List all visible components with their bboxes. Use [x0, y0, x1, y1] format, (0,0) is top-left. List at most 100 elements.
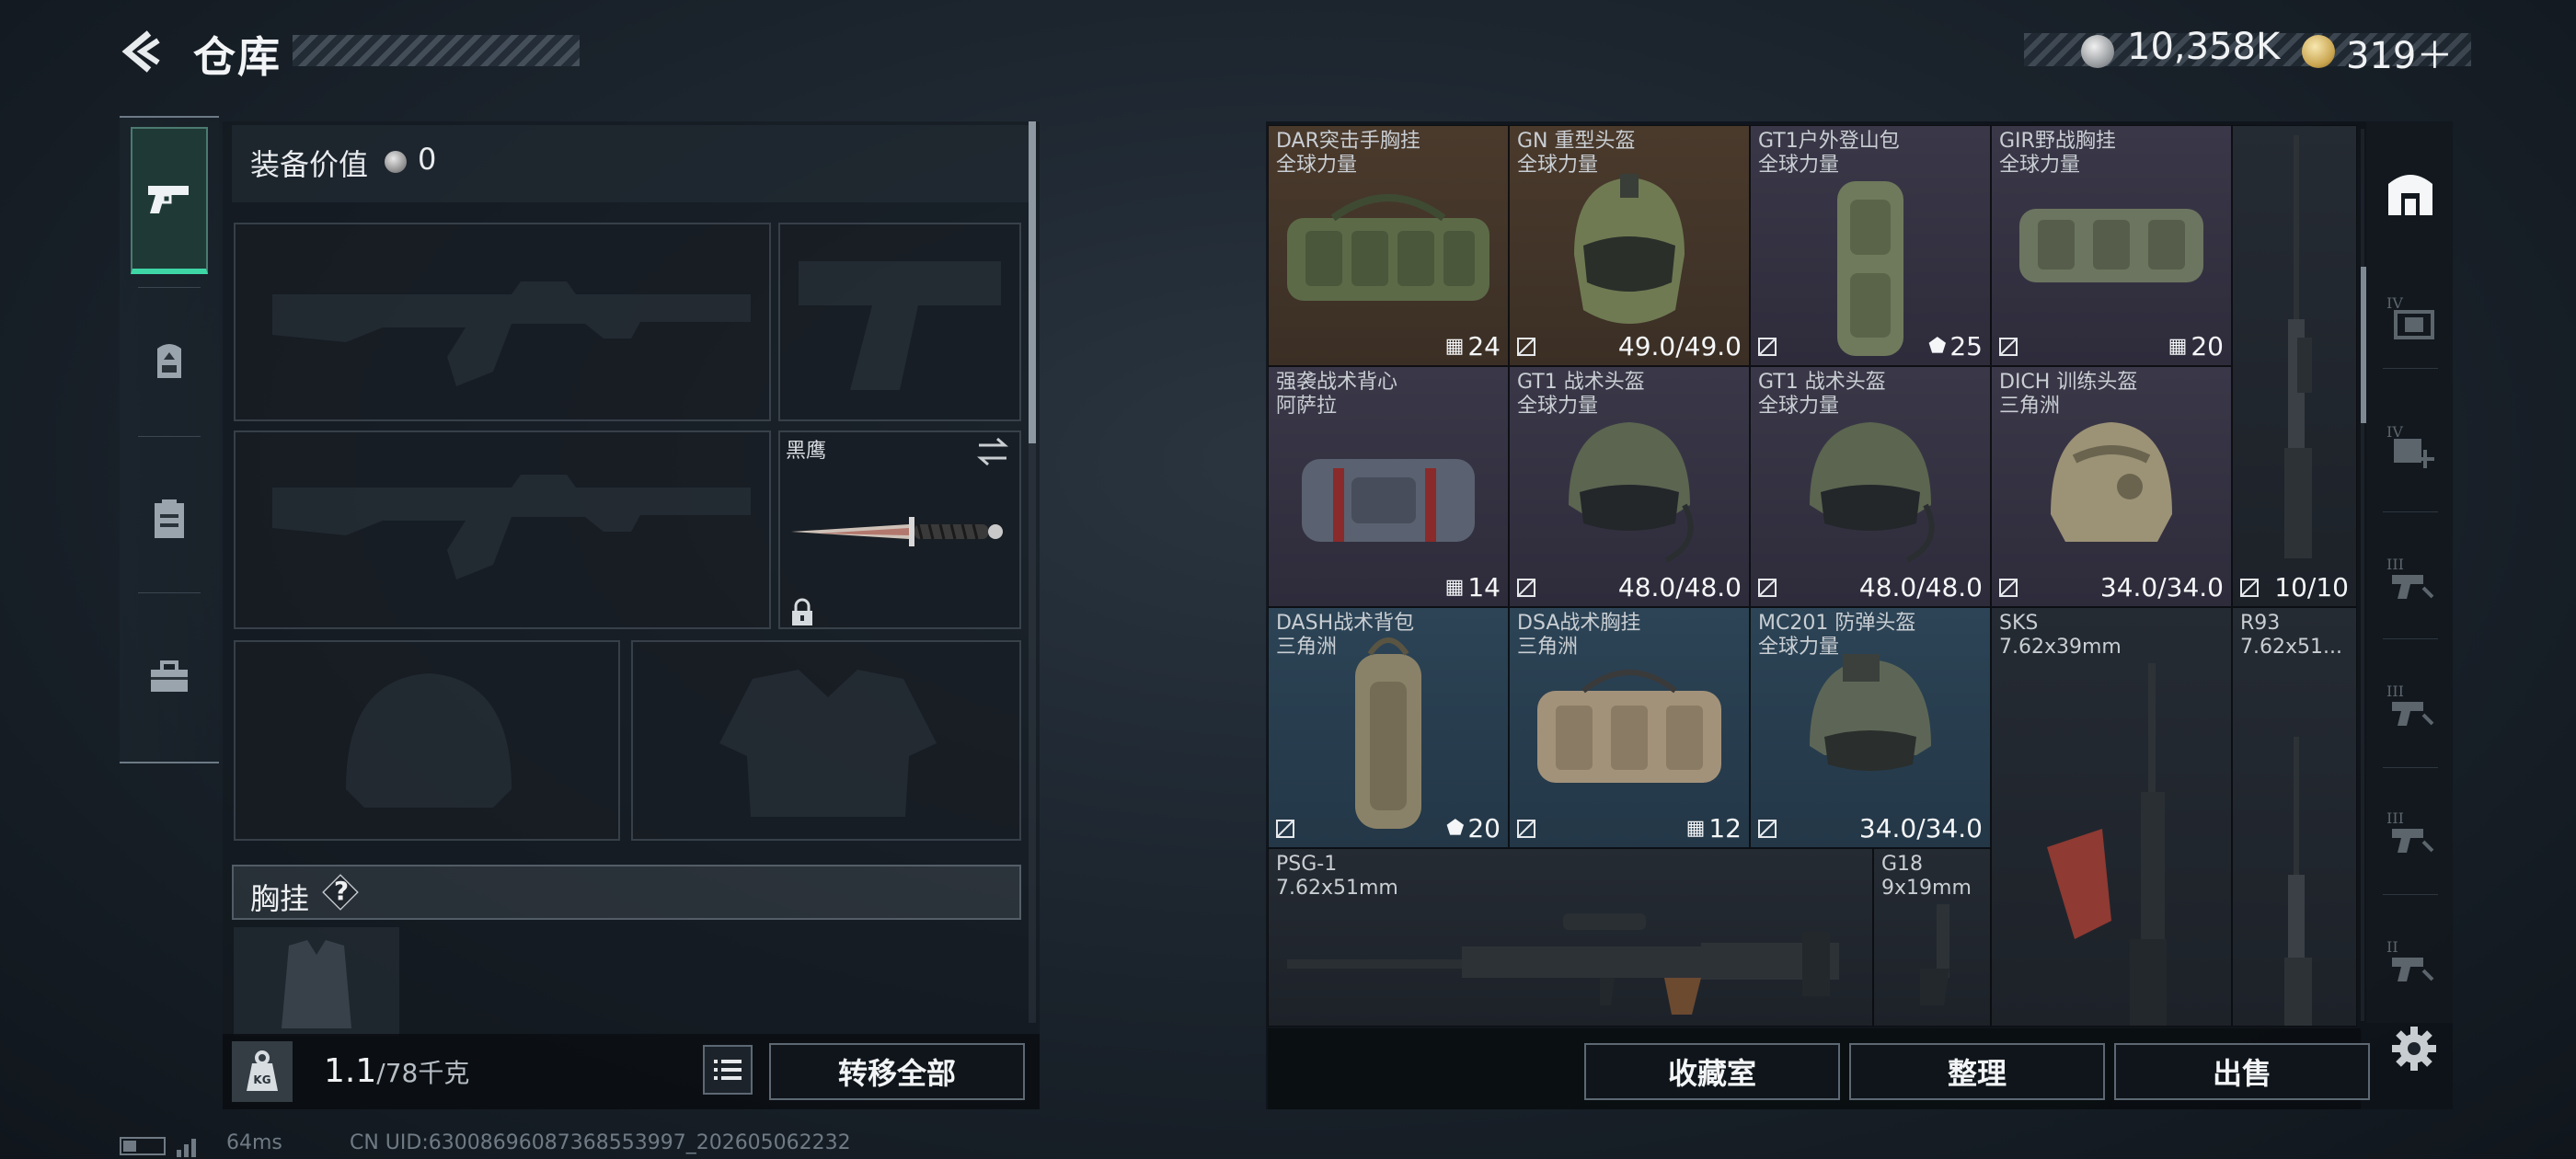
- item-faction: 三角洲: [1999, 395, 2061, 418]
- back-icon[interactable]: [118, 28, 166, 75]
- storage-item-backpack[interactable]: DASH战术背包 三角洲 ⬟ 20: [1268, 607, 1509, 848]
- storage-item-sks[interactable]: SKS 7.62x39mm: [1991, 607, 2232, 1027]
- sort-button[interactable]: 整理: [1849, 1043, 2105, 1100]
- storage-item-g18[interactable]: G18 9x19mm: [1873, 848, 1991, 1027]
- tab-armor[interactable]: [131, 287, 208, 434]
- tab-toolbox[interactable]: [131, 603, 208, 751]
- item-name: SKS: [1999, 612, 2039, 635]
- primary-weapon-slot-2[interactable]: [234, 430, 771, 629]
- settings-gear-icon[interactable]: [2388, 1023, 2440, 1074]
- category-weapon-ii[interactable]: II: [2374, 911, 2447, 1012]
- item-name: DSA战术胸挂: [1517, 612, 1641, 635]
- storage-item-helmet[interactable]: GT1 战术头盔 全球力量 48.0/48.0: [1509, 366, 1750, 607]
- svg-text:KG: KG: [253, 1073, 270, 1086]
- item-faction: 全球力量: [1758, 154, 1840, 177]
- silver-coin-icon: [2081, 35, 2114, 68]
- secondary-weapon-slot[interactable]: [778, 223, 1021, 421]
- sks-rifle-image: [2047, 663, 2167, 1026]
- equipment-scrollbar[interactable]: [1029, 121, 1036, 443]
- tab-weapons[interactable]: [131, 127, 208, 274]
- storage-item-chest-rig[interactable]: DAR突击手胸挂 全球力量 ▦ 24: [1268, 125, 1509, 366]
- armor-silhouette-icon: [719, 670, 937, 817]
- swap-icon[interactable]: [975, 436, 1010, 467]
- vest-icon: ▦: [2168, 335, 2188, 358]
- rail-divider: [2383, 894, 2438, 895]
- category-armor-iv[interactable]: IV: [2374, 267, 2447, 368]
- item-name: R93: [2240, 612, 2281, 635]
- storage-item-helmet[interactable]: MC201 防弹头盔 全球力量 34.0/34.0: [1750, 607, 1991, 848]
- storage-item-chest-rig[interactable]: DSA战术胸挂 三角洲 ▦ 12: [1509, 607, 1750, 848]
- item-capacity: ▦ 20: [2168, 331, 2224, 361]
- storage-scrollbar-track: [2361, 129, 2364, 1021]
- item-durability: 49.0/49.0: [1617, 331, 1742, 361]
- item-capacity-value: 20: [1467, 813, 1501, 843]
- category-weapon-iii[interactable]: III: [2374, 528, 2447, 629]
- help-icon[interactable]: ?: [328, 876, 355, 906]
- item-name: GT1 战术头盔: [1758, 371, 1886, 394]
- weapon-iii-icon: III: [2386, 556, 2434, 599]
- item-name: GT1户外登山包: [1758, 130, 1900, 153]
- item-capacity: ⬟ 25: [1928, 331, 1983, 361]
- vest-icon: ▦: [1444, 335, 1465, 358]
- chest-rig-slot[interactable]: [234, 927, 399, 1036]
- category-weapon-iii[interactable]: III: [2374, 655, 2447, 756]
- transfer-all-button[interactable]: 转移全部: [769, 1043, 1025, 1100]
- primary-weapon-slot-1[interactable]: [234, 223, 771, 421]
- tactical-helmet-image: [1810, 422, 1935, 563]
- silver-coin-icon: [385, 151, 407, 173]
- storage-scrollbar[interactable]: [2361, 267, 2366, 423]
- item-name: GIR野战胸挂: [1999, 130, 2116, 153]
- weapon-iii-icon: III: [2386, 683, 2434, 726]
- item-capacity-value: 12: [1708, 813, 1742, 843]
- item-faction: 全球力量: [1758, 636, 1840, 659]
- rail-divider: [2383, 638, 2438, 639]
- clipboard-icon: [155, 499, 184, 538]
- sell-button[interactable]: 出售: [2114, 1043, 2370, 1100]
- rail-divider: [2383, 368, 2438, 369]
- item-name: DASH战术背包: [1276, 612, 1415, 635]
- storage-item-helmet[interactable]: GN 重型头盔 全球力量 49.0/49.0: [1509, 125, 1750, 366]
- lock-icon: [792, 598, 812, 625]
- backpack-image: [1837, 181, 1903, 356]
- weapon-ii-icon: II: [2386, 938, 2434, 981]
- category-weapon-iii[interactable]: III: [2374, 782, 2447, 883]
- carry-weight: 1.1/78千克: [324, 1052, 469, 1090]
- vault-button[interactable]: 收藏室: [1584, 1043, 1840, 1100]
- storage-item-chest-rig[interactable]: GIR野战胸挂 全球力量 ▦ 20: [1991, 125, 2232, 366]
- no-insurance-icon: [1517, 579, 1535, 597]
- storage-item-backpack[interactable]: GT1户外登山包 全球力量 ⬟ 25: [1750, 125, 1991, 366]
- storage-item-psg1[interactable]: PSG-1 7.62x51mm: [1268, 848, 1873, 1027]
- svg-text:III: III: [2386, 683, 2404, 700]
- sniper-rifle-image: [2284, 135, 2312, 558]
- gold-currency-amount[interactable]: 319＋: [2346, 26, 2453, 79]
- page-title: 仓库: [193, 32, 282, 82]
- category-medkit-iv[interactable]: IV: [2374, 396, 2447, 497]
- storage-item-helmet[interactable]: DICH 训练头盔 三角洲 34.0/34.0: [1991, 366, 2232, 607]
- list-view-button[interactable]: [703, 1045, 753, 1095]
- training-helmet-image: [2051, 422, 2172, 542]
- no-insurance-icon: [1758, 820, 1777, 838]
- item-faction: 全球力量: [1276, 154, 1358, 177]
- storage-item-r93[interactable]: R93 7.62x51...: [2232, 607, 2357, 1027]
- tab-backpack[interactable]: [131, 445, 208, 592]
- svg-text:III: III: [2386, 809, 2404, 827]
- no-insurance-icon: [1999, 338, 2018, 356]
- storage-item-tactical-vest[interactable]: 强袭战术背心 阿萨拉 ▦ 14: [1268, 366, 1509, 607]
- storage-item-rifle[interactable]: 10/10: [2232, 125, 2357, 607]
- silver-currency-amount[interactable]: 10,358K: [2127, 26, 2280, 68]
- pistol-silhouette-icon: [799, 261, 1001, 390]
- backpack-image: [1355, 637, 1421, 829]
- chest-rig-label: 胸挂: [250, 881, 310, 916]
- body-armor-slot[interactable]: [631, 640, 1021, 841]
- item-name: GN 重型头盔: [1517, 130, 1636, 153]
- storage-item-helmet[interactable]: GT1 战术头盔 全球力量 48.0/48.0: [1750, 366, 1991, 607]
- svg-text:IV: IV: [2386, 294, 2403, 312]
- category-all[interactable]: [2374, 138, 2447, 248]
- item-caliber: 7.62x51mm: [1276, 877, 1398, 900]
- item-faction: 三角洲: [1276, 636, 1338, 659]
- helmet-slot[interactable]: [234, 640, 620, 841]
- item-name: PSG-1: [1276, 853, 1338, 876]
- battery-level: [123, 1141, 136, 1152]
- heavy-helmet-image: [1574, 174, 1685, 324]
- vest-icon: ▦: [1685, 817, 1706, 840]
